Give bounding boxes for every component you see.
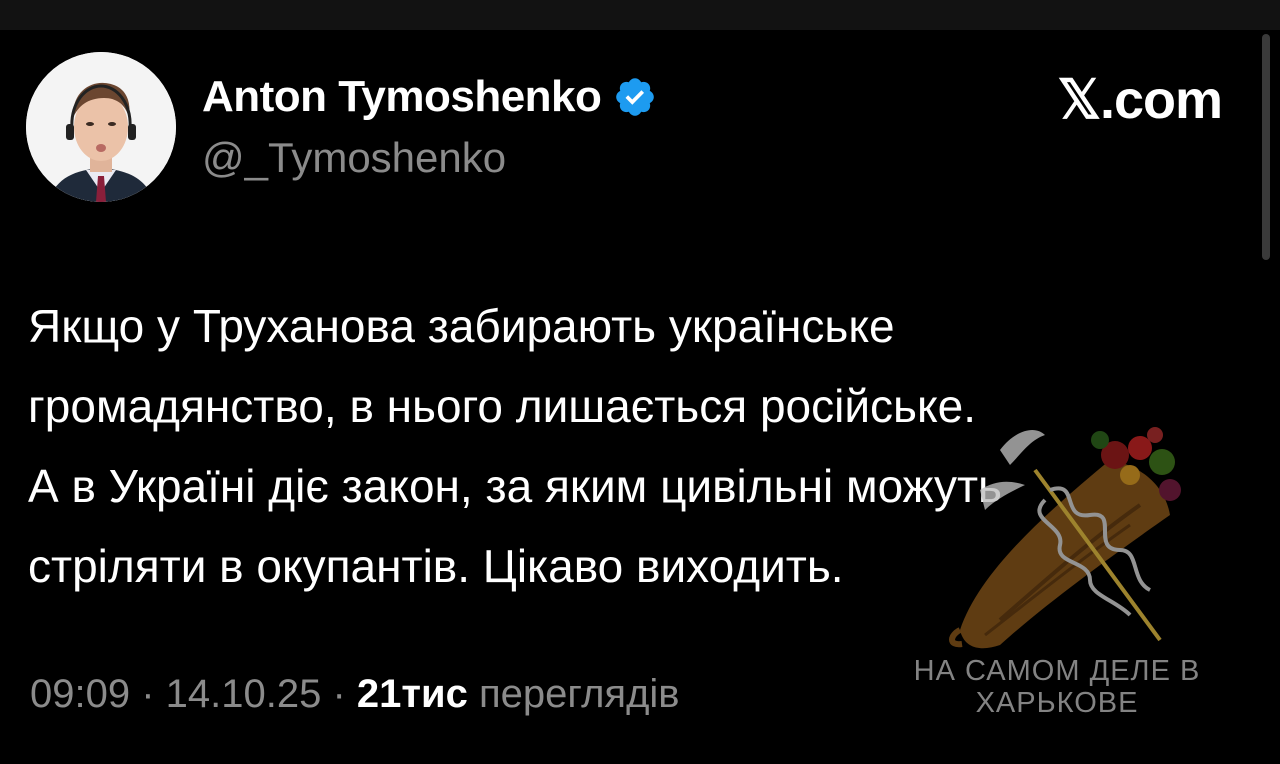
tweet-meta: 09:09 · 14.10.25 · 21тис переглядів bbox=[30, 672, 680, 717]
watermark-line-2: ХАРЬКОВЕ bbox=[975, 687, 1139, 719]
x-com-logo: 𝕏.com bbox=[1057, 70, 1223, 130]
verified-badge-icon bbox=[613, 75, 657, 119]
author-handle[interactable]: @_Tymoshenko bbox=[202, 134, 506, 182]
meta-separator: · bbox=[130, 672, 166, 716]
watermark-line-1: НА САМОМ ДЕЛЕ В bbox=[913, 655, 1201, 687]
tweet-time[interactable]: 09:09 bbox=[30, 672, 130, 716]
tweet-date[interactable]: 14.10.25 bbox=[166, 672, 322, 716]
scrollbar[interactable] bbox=[1262, 34, 1270, 260]
watermark-caption: НА САМОМ ДЕЛЕ В ХАРЬКОВЕ bbox=[892, 655, 1222, 719]
author-name[interactable]: Anton Tymoshenko bbox=[202, 72, 657, 122]
top-status-strip bbox=[0, 0, 1280, 30]
author-name-text[interactable]: Anton Tymoshenko bbox=[202, 72, 602, 122]
views-label: переглядів bbox=[478, 672, 680, 716]
author-avatar[interactable] bbox=[26, 52, 176, 202]
views-count: 21тис bbox=[356, 672, 468, 716]
meta-separator: · bbox=[321, 672, 357, 716]
